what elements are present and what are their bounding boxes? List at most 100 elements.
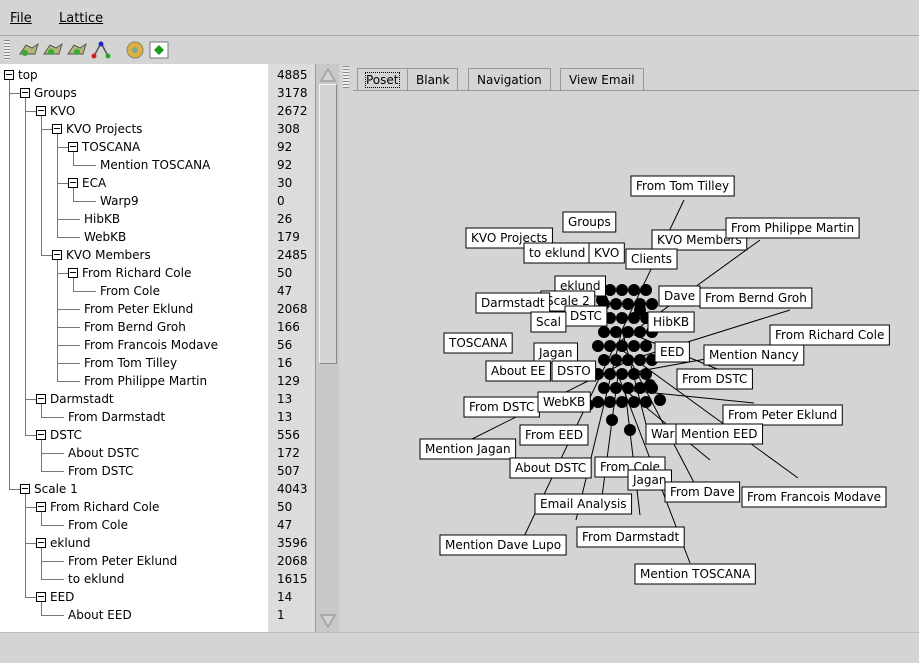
tree-row[interactable]: KVO Members 2485: [0, 246, 315, 264]
concept-label[interactable]: HibKB: [647, 311, 695, 333]
tree-item-label[interactable]: KVO Members: [66, 246, 151, 264]
tree-row[interactable]: From Peter Eklund 2068: [0, 552, 315, 570]
tree-item-label[interactable]: From Darmstadt: [68, 408, 165, 426]
collapse-icon[interactable]: [4, 70, 14, 80]
concept-label[interactable]: From Tom Tilley: [630, 175, 735, 197]
tree-item-label[interactable]: TOSCANA: [82, 138, 140, 156]
concept-node[interactable]: [640, 340, 652, 352]
concept-node[interactable]: [640, 368, 652, 380]
tab-poset[interactable]: Poset: [357, 68, 408, 91]
concept-node[interactable]: [654, 394, 666, 406]
tree-item-label[interactable]: From Francois Modave: [84, 336, 218, 354]
gear-icon[interactable]: [124, 40, 146, 60]
scroll-down-arrow-icon[interactable]: [319, 612, 337, 630]
concept-node[interactable]: [616, 312, 628, 324]
tree-item-label[interactable]: From Tom Tilley: [84, 354, 177, 372]
collapse-icon[interactable]: [52, 124, 62, 134]
tree-row[interactable]: DSTC 556: [0, 426, 315, 444]
tree-row[interactable]: HibKB 26: [0, 210, 315, 228]
tree-row[interactable]: KVO Projects 308: [0, 120, 315, 138]
concept-label[interactable]: Email Analysis: [534, 493, 633, 515]
scrollbar-thumb[interactable]: [319, 84, 337, 364]
tree-row[interactable]: to eklund 1615: [0, 570, 315, 588]
collapse-icon[interactable]: [36, 538, 46, 548]
concept-node[interactable]: [604, 368, 616, 380]
concept-node[interactable]: [628, 340, 640, 352]
collapse-icon[interactable]: [20, 484, 30, 494]
concept-node[interactable]: [598, 354, 610, 366]
concept-label[interactable]: Darmstadt: [475, 292, 551, 314]
tree-item-label[interactable]: HibKB: [84, 210, 120, 228]
panel-splitter[interactable]: [339, 64, 353, 632]
concept-label[interactable]: Mention EED: [675, 423, 764, 445]
diamond-icon[interactable]: [148, 40, 170, 60]
tree-item-label[interactable]: About EED: [68, 606, 132, 624]
tree-item-label[interactable]: From Peter Eklund: [84, 300, 193, 318]
toolbar-grip[interactable]: [4, 40, 10, 60]
collapse-icon[interactable]: [36, 394, 46, 404]
concept-node[interactable]: [610, 382, 622, 394]
tree-item-label[interactable]: From Bernd Groh: [84, 318, 186, 336]
menu-lattice[interactable]: Lattice: [59, 11, 103, 26]
concept-node[interactable]: [598, 382, 610, 394]
tree-item-label[interactable]: KVO Projects: [66, 120, 142, 138]
tree-row[interactable]: Mention TOSCANA 92: [0, 156, 315, 174]
concept-node[interactable]: [622, 326, 634, 338]
concept-label[interactable]: Mention TOSCANA: [634, 563, 756, 585]
lattice-graph[interactable]: From Tom TilleyGroupsKVO Projects KVO Mem…: [353, 91, 919, 633]
tree-item-label[interactable]: From Philippe Martin: [84, 372, 207, 390]
concept-label[interactable]: From Peter Eklund: [722, 404, 843, 426]
concept-label[interactable]: DSTC: [564, 305, 608, 327]
tab-blank[interactable]: Blank: [407, 68, 459, 91]
tree-row[interactable]: From Cole 47: [0, 282, 315, 300]
concept-tree[interactable]: top 4885 Groups 3178 KVO 2672 KVO Projects 308 T…: [0, 64, 315, 632]
tree-row[interactable]: From Philippe Martin 129: [0, 372, 315, 390]
tree-item-label[interactable]: Warp9: [100, 192, 139, 210]
concept-node[interactable]: [616, 284, 628, 296]
lattice-icon[interactable]: [90, 40, 112, 60]
concept-node[interactable]: [634, 326, 646, 338]
tree-row[interactable]: WebKB 179: [0, 228, 315, 246]
concept-label[interactable]: From Dave: [664, 481, 741, 503]
tree-item-label[interactable]: top: [18, 66, 38, 84]
concept-label[interactable]: EED: [654, 341, 690, 363]
collapse-icon[interactable]: [68, 142, 78, 152]
tree-row[interactable]: Groups 3178: [0, 84, 315, 102]
concept-node[interactable]: [622, 382, 634, 394]
tree-row[interactable]: Darmstadt 13: [0, 390, 315, 408]
concept-node[interactable]: [616, 340, 628, 352]
tree-item-label[interactable]: Mention TOSCANA: [100, 156, 210, 174]
splitter-grip[interactable]: [343, 66, 349, 88]
tree-item-label[interactable]: About DSTC: [68, 444, 139, 462]
tree-row[interactable]: From Francois Modave 56: [0, 336, 315, 354]
concept-label[interactable]: From Francois Modave: [741, 486, 887, 508]
collapse-icon[interactable]: [36, 430, 46, 440]
tree-item-label[interactable]: Scale 1: [34, 480, 78, 498]
concept-label[interactable]: From DSTC: [463, 396, 540, 418]
concept-node[interactable]: [634, 354, 646, 366]
tree-row[interactable]: About EED 1: [0, 606, 315, 624]
concept-label[interactable]: From Richard Cole: [769, 324, 890, 346]
tab-view-email[interactable]: View Email: [560, 68, 644, 91]
concept-node[interactable]: [644, 379, 656, 391]
concept-node[interactable]: [592, 340, 604, 352]
tree-item-label[interactable]: eklund: [50, 534, 91, 552]
tree-row[interactable]: From Bernd Groh 166: [0, 318, 315, 336]
tab-navigation[interactable]: Navigation: [468, 68, 551, 91]
tree-row[interactable]: EED 14: [0, 588, 315, 606]
collapse-icon[interactable]: [36, 106, 46, 116]
concept-label[interactable]: From Darmstadt: [576, 526, 685, 548]
tree-item-label[interactable]: to eklund: [68, 570, 124, 588]
concept-node[interactable]: [610, 354, 622, 366]
concept-label[interactable]: Clients: [625, 248, 678, 270]
concept-node[interactable]: [604, 396, 616, 408]
tree-row[interactable]: TOSCANA 92: [0, 138, 315, 156]
tree-item-label[interactable]: ECA: [82, 174, 106, 192]
tree-item-label[interactable]: From Peter Eklund: [68, 552, 177, 570]
concept-node[interactable]: [610, 326, 622, 338]
concept-node[interactable]: [634, 304, 646, 316]
concept-node[interactable]: [616, 396, 628, 408]
concept-label[interactable]: Scal: [530, 311, 567, 333]
concept-node[interactable]: [616, 368, 628, 380]
tree-item-label[interactable]: DSTC: [50, 426, 82, 444]
